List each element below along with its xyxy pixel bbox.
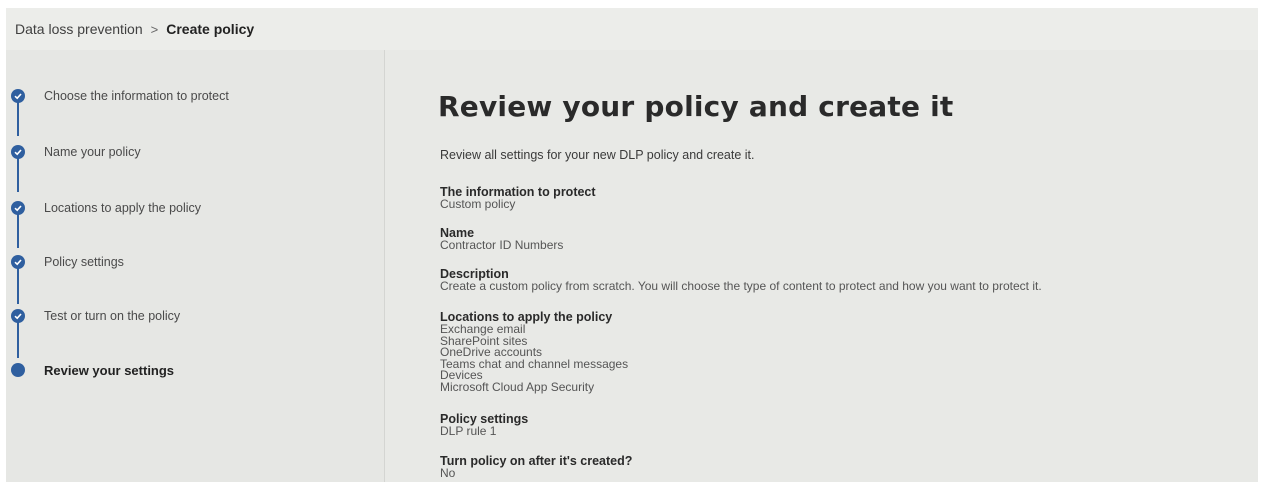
breadcrumb: Data loss prevention > Create policy: [6, 8, 1258, 50]
wizard-step-label: Policy settings: [44, 255, 124, 269]
wizard-step-label: Locations to apply the policy: [44, 201, 202, 215]
checkmark-circle-icon: [11, 201, 25, 215]
section-value: Contractor ID Numbers: [440, 238, 564, 252]
section-value: Microsoft Cloud App Security: [440, 379, 595, 394]
review-section-policy-settings: Policy settings DLP rule 1: [440, 412, 528, 438]
wizard-step-label: Test or turn on the policy: [44, 309, 181, 323]
review-section-description: Description Create a custom policy from …: [440, 267, 1042, 293]
review-section-information: The information to protect Custom policy: [440, 185, 596, 211]
step-connector: [17, 320, 19, 358]
breadcrumb-separator: >: [150, 21, 159, 37]
step-connector: [17, 156, 19, 192]
section-value: Create a custom policy from scratch. You…: [440, 279, 1042, 293]
checkmark-circle-icon: [11, 309, 25, 323]
review-panel: Review your policy and create it Review …: [438, 50, 1258, 482]
breadcrumb-parent-link[interactable]: Data loss prevention: [15, 21, 143, 37]
section-value: No: [440, 466, 456, 480]
step-connector: [17, 212, 19, 248]
review-section-locations: Locations to apply the policy Exchange e…: [440, 310, 628, 393]
checkmark-circle-icon: [11, 89, 25, 103]
section-value: DLP rule 1: [440, 424, 497, 438]
section-value: Custom policy: [440, 197, 516, 211]
breadcrumb-current: Create policy: [166, 21, 255, 37]
review-section-name: Name Contractor ID Numbers: [440, 226, 563, 252]
section-heading: Turn policy on after it's created?: [440, 454, 633, 468]
current-step-dot-icon: [11, 363, 25, 377]
checkmark-circle-icon: [11, 255, 25, 269]
page-title: Review your policy and create it: [438, 90, 954, 123]
wizard-steps-sidebar: Choose the information to protect Name y…: [6, 50, 385, 482]
wizard-step-label: Choose the information to protect: [44, 89, 229, 103]
wizard-step-label: Review your settings: [44, 362, 175, 378]
step-connector: [17, 100, 19, 136]
review-section-turn-on: Turn policy on after it's created? No: [440, 454, 632, 480]
wizard-step-label: Name your policy: [44, 145, 141, 159]
step-connector: [17, 264, 19, 304]
review-intro-text: Review all settings for your new DLP pol…: [440, 148, 755, 162]
checkmark-circle-icon: [11, 145, 25, 159]
dlp-create-policy-screen: Data loss prevention > Create policy Cho…: [6, 8, 1258, 482]
